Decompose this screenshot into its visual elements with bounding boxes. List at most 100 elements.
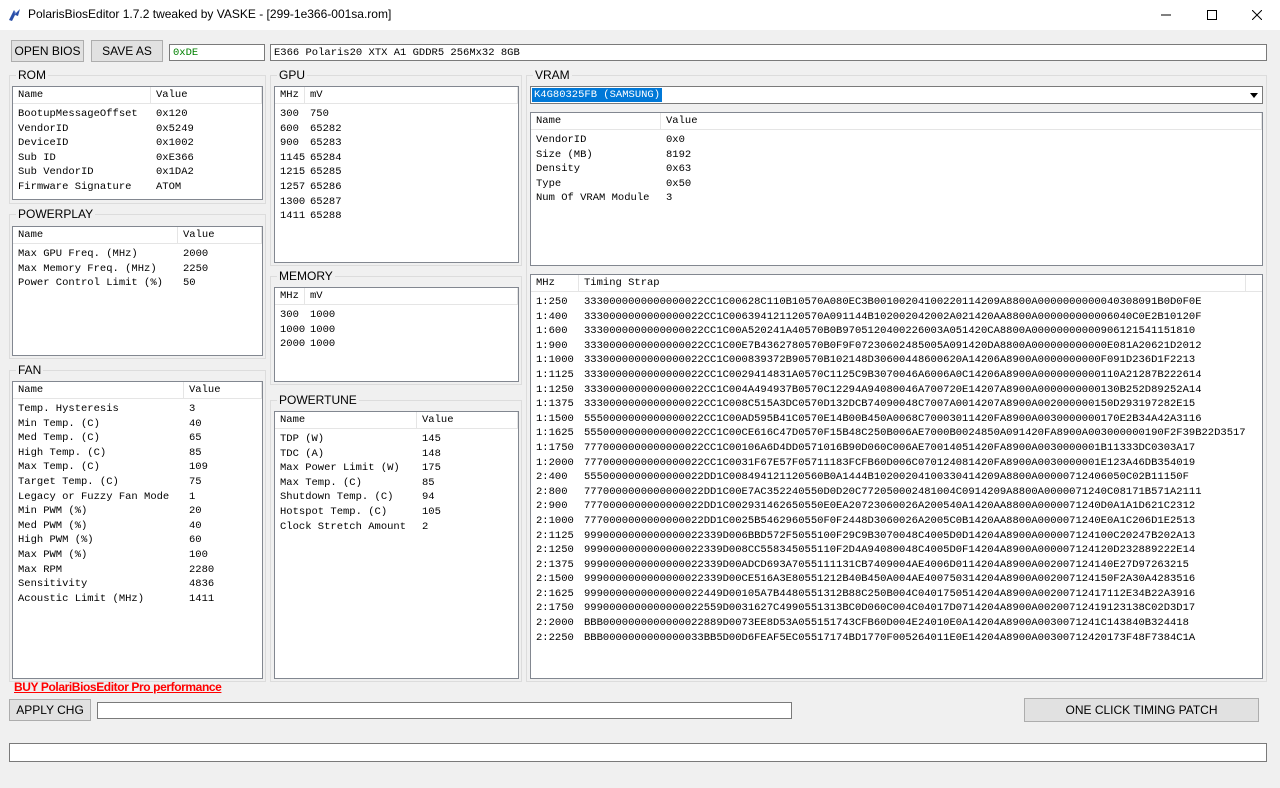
- table-row[interactable]: Num Of VRAM Module 3: [531, 191, 1262, 206]
- table-row[interactable]: 1:250 3330000000000000022CC1C00628C110B10…: [531, 295, 1262, 310]
- table-row[interactable]: Max Power Limit (W) 175: [275, 461, 518, 476]
- table-row[interactable]: Sub VendorID 0x1DA2: [13, 165, 262, 180]
- gpu-table[interactable]: MHz mV 300 750 600 65282 900 65283 1145 65284 1215…: [274, 86, 519, 263]
- table-row[interactable]: 2:1750 9990000000000000022559D0031627C499…: [531, 601, 1262, 616]
- column-header[interactable]: Name: [531, 113, 661, 130]
- table-row[interactable]: 900 65283: [275, 136, 518, 151]
- table-row[interactable]: 2:800 7770000000000000022DD1C00E7AC352240…: [531, 485, 1262, 500]
- table-row[interactable]: 1215 65285: [275, 165, 518, 180]
- table-row[interactable]: 300 750: [275, 107, 518, 122]
- vram-table[interactable]: Name Value VendorID 0x0 Size (MB) 8192 Density…: [530, 112, 1263, 266]
- table-row[interactable]: Clock Stretch Amount 2: [275, 520, 518, 535]
- table-row[interactable]: Shutdown Temp. (C) 94: [275, 490, 518, 505]
- table-row[interactable]: 1:900 3330000000000000022CC1C00E7B4362780…: [531, 339, 1262, 354]
- table-row[interactable]: 2:2250 BBB0000000000000033BB5D00D6FEAF5EC…: [531, 631, 1262, 646]
- table-row[interactable]: 1000 1000: [275, 323, 518, 338]
- table-row[interactable]: 1:1250 3330000000000000022CC1C004A494937B…: [531, 383, 1262, 398]
- table-row[interactable]: 1:1750 7770000000000000022CC1C00106A6D4DD…: [531, 441, 1262, 456]
- table-row[interactable]: 1:600 3330000000000000022CC1C00A520241A40…: [531, 324, 1262, 339]
- table-row[interactable]: TDC (A) 148: [275, 447, 518, 462]
- rom-name-field[interactable]: E366 Polaris20 XTX A1 GDDR5 256Mx32 8GB: [270, 44, 1267, 61]
- checksum-field[interactable]: 0xDE: [169, 44, 265, 61]
- fan-table[interactable]: Name Value Temp. Hysteresis 3 Min Temp. (C) 4…: [12, 381, 263, 679]
- column-header[interactable]: Name: [275, 412, 417, 429]
- table-row[interactable]: Min Temp. (C) 40: [13, 417, 262, 432]
- table-row[interactable]: BootupMessageOffset 0x120: [13, 107, 262, 122]
- table-row[interactable]: 1:400 3330000000000000022CC1C006394121120…: [531, 310, 1262, 325]
- table-row[interactable]: High Temp. (C) 85: [13, 446, 262, 461]
- column-header[interactable]: Name: [13, 382, 184, 399]
- column-header[interactable]: MHz: [275, 288, 305, 305]
- apply-changes-field[interactable]: [97, 702, 792, 719]
- table-row[interactable]: Med PWM (%) 40: [13, 519, 262, 534]
- rom-table[interactable]: Name Value BootupMessageOffset 0x120 VendorI…: [12, 86, 263, 200]
- column-header[interactable]: mV: [305, 87, 518, 104]
- table-row[interactable]: VendorID 0x0: [531, 133, 1262, 148]
- column-header[interactable]: Value: [151, 87, 262, 104]
- table-row[interactable]: Sub ID 0xE366: [13, 151, 262, 166]
- table-row[interactable]: Max Temp. (C) 85: [275, 476, 518, 491]
- table-row[interactable]: 1257 65286: [275, 180, 518, 195]
- table-row[interactable]: 1:1125 3330000000000000022CC1C0029414831A…: [531, 368, 1262, 383]
- table-row[interactable]: High PWM (%) 60: [13, 533, 262, 548]
- table-row[interactable]: Hotspot Temp. (C) 105: [275, 505, 518, 520]
- table-row[interactable]: Firmware Signature ATOM: [13, 180, 262, 195]
- table-row[interactable]: TDP (W) 145: [275, 432, 518, 447]
- column-header[interactable]: MHz: [275, 87, 305, 104]
- table-row[interactable]: 300 1000: [275, 308, 518, 323]
- vram-select[interactable]: K4G80325FB (SAMSUNG): [530, 86, 1263, 104]
- minimize-button[interactable]: [1143, 0, 1189, 30]
- table-row[interactable]: Min PWM (%) 20: [13, 504, 262, 519]
- table-row[interactable]: 2:2000 BBB0000000000000022889D0073EE8D53A…: [531, 616, 1262, 631]
- table-row[interactable]: 1300 65287: [275, 195, 518, 210]
- table-row[interactable]: Max Temp. (C) 109: [13, 460, 262, 475]
- table-row[interactable]: Power Control Limit (%) 50: [13, 276, 262, 291]
- table-row[interactable]: 1145 65284: [275, 151, 518, 166]
- buy-pro-link[interactable]: BUY PolariBiosEditor Pro performance: [14, 680, 222, 694]
- table-row[interactable]: Size (MB) 8192: [531, 148, 1262, 163]
- one-click-timing-patch-button[interactable]: ONE CLICK TIMING PATCH: [1024, 698, 1259, 722]
- table-row[interactable]: 2:1500 9990000000000000022339D00CE516A3E8…: [531, 572, 1262, 587]
- column-header[interactable]: Value: [178, 227, 262, 244]
- table-row[interactable]: 1:2000 7770000000000000022CC1C0031F67E57F…: [531, 456, 1262, 471]
- table-row[interactable]: Legacy or Fuzzy Fan Mode 1: [13, 490, 262, 505]
- table-row[interactable]: 1:1000 3330000000000000022CC1C000839372B9…: [531, 353, 1262, 368]
- table-row[interactable]: Density 0x63: [531, 162, 1262, 177]
- table-row[interactable]: Max GPU Freq. (MHz) 2000: [13, 247, 262, 262]
- table-row[interactable]: 1:1500 5550000000000000022CC1C00AD595B41C…: [531, 412, 1262, 427]
- powertune-table[interactable]: Name Value TDP (W) 145 TDC (A) 148 Max Power L…: [274, 411, 519, 679]
- table-row[interactable]: VendorID 0x5249: [13, 122, 262, 137]
- table-row[interactable]: 2:900 7770000000000000022DD1C002931462650…: [531, 499, 1262, 514]
- chevron-down-icon[interactable]: [1245, 87, 1262, 103]
- table-row[interactable]: Max PWM (%) 100: [13, 548, 262, 563]
- table-row[interactable]: 2:1000 7770000000000000022DD1C0025B546296…: [531, 514, 1262, 529]
- table-row[interactable]: Temp. Hysteresis 3: [13, 402, 262, 417]
- table-row[interactable]: Max RPM 2280: [13, 563, 262, 578]
- table-row[interactable]: Type 0x50: [531, 177, 1262, 192]
- table-row[interactable]: Med Temp. (C) 65: [13, 431, 262, 446]
- timing-strap-table[interactable]: MHz Timing Strap 1:250 3330000000000000022C…: [530, 274, 1263, 679]
- maximize-button[interactable]: [1189, 0, 1235, 30]
- column-header[interactable]: Value: [661, 113, 1262, 130]
- table-row[interactable]: Acoustic Limit (MHz) 1411: [13, 592, 262, 607]
- table-row[interactable]: 2:1625 9990000000000000022449D00105A7B448…: [531, 587, 1262, 602]
- table-row[interactable]: Sensitivity 4836: [13, 577, 262, 592]
- apply-changes-button[interactable]: APPLY CHG: [9, 699, 91, 721]
- column-header[interactable]: Value: [417, 412, 518, 429]
- table-row[interactable]: 2:1250 9990000000000000022339D008CC558345…: [531, 543, 1262, 558]
- table-row[interactable]: Max Memory Freq. (MHz) 2250: [13, 262, 262, 277]
- open-bios-button[interactable]: OPEN BIOS: [11, 40, 84, 62]
- table-row[interactable]: Target Temp. (C) 75: [13, 475, 262, 490]
- column-header[interactable]: mV: [305, 288, 518, 305]
- table-row[interactable]: 2000 1000: [275, 337, 518, 352]
- column-header[interactable]: Value: [184, 382, 262, 399]
- table-row[interactable]: 2:1125 9990000000000000022339D006BBD572F5…: [531, 529, 1262, 544]
- table-row[interactable]: 1411 65288: [275, 209, 518, 224]
- table-row[interactable]: 1:1625 5550000000000000022CC1C00CE616C47D…: [531, 426, 1262, 441]
- save-as-button[interactable]: SAVE AS: [91, 40, 163, 62]
- table-row[interactable]: 600 65282: [275, 122, 518, 137]
- column-header[interactable]: Name: [13, 87, 151, 104]
- table-row[interactable]: 1:1375 3330000000000000022CC1C008C515A3DC…: [531, 397, 1262, 412]
- column-header[interactable]: Name: [13, 227, 178, 244]
- table-row[interactable]: 2:1375 9990000000000000022339D00ADCD693A7…: [531, 558, 1262, 573]
